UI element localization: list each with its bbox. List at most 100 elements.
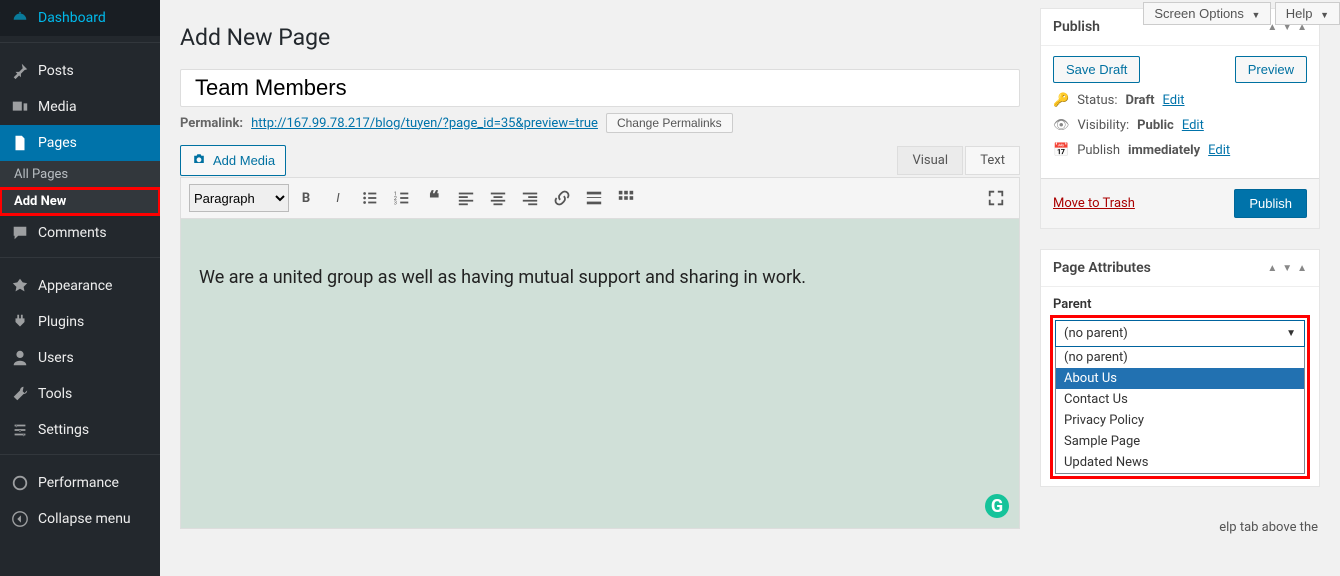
dashboard-icon xyxy=(10,8,30,28)
tab-text[interactable]: Text xyxy=(965,146,1020,175)
publish-time-value: immediately xyxy=(1128,143,1200,158)
plugins-icon xyxy=(10,312,30,332)
parent-option[interactable]: Sample Page xyxy=(1056,431,1304,452)
align-right-button[interactable] xyxy=(515,183,545,213)
add-media-button[interactable]: Add Media xyxy=(180,145,286,176)
move-to-trash-link[interactable]: Move to Trash xyxy=(1053,196,1135,211)
metabox-toggle-icons[interactable]: ▲ ▼ ▲ xyxy=(1267,263,1307,274)
top-controls: Screen Options ▼ Help ▼ xyxy=(1143,2,1340,25)
link-button[interactable] xyxy=(547,183,577,213)
page-title-input[interactable] xyxy=(180,69,1020,107)
visibility-value: Public xyxy=(1137,118,1174,133)
publish-title: Publish xyxy=(1053,19,1100,35)
admin-sidebar: Dashboard Posts Media Pages All Pages Ad… xyxy=(0,0,160,576)
readmore-button[interactable] xyxy=(579,183,609,213)
sidebar-item-users[interactable]: Users xyxy=(0,340,160,376)
eye-icon: 👁 xyxy=(1053,118,1070,133)
chevron-down-icon: ▼ xyxy=(1286,328,1296,339)
sidebar-item-settings[interactable]: Settings xyxy=(0,412,160,448)
page-attributes-title: Page Attributes xyxy=(1053,260,1151,276)
sidebar-item-pages[interactable]: Pages xyxy=(0,125,160,161)
sidebar-sub-add-new[interactable]: Add New xyxy=(0,188,160,215)
appearance-icon xyxy=(10,276,30,296)
sidebar-item-comments[interactable]: Comments xyxy=(0,215,160,251)
parent-option[interactable]: Privacy Policy xyxy=(1056,410,1304,431)
screen-options-button[interactable]: Screen Options ▼ xyxy=(1143,2,1271,25)
status-value: Draft xyxy=(1126,93,1155,108)
chevron-down-icon: ▼ xyxy=(1320,10,1329,20)
page-attributes-metabox: Page Attributes ▲ ▼ ▲ Parent (no parent)… xyxy=(1040,249,1320,487)
sidebar-item-label: Settings xyxy=(38,422,89,438)
parent-selected-value: (no parent) xyxy=(1064,326,1128,341)
edit-status-link[interactable]: Edit xyxy=(1163,93,1185,108)
sidebar-item-label: Plugins xyxy=(38,314,84,330)
sidebar-item-media[interactable]: Media xyxy=(0,89,160,125)
italic-button[interactable]: I xyxy=(323,183,353,213)
sidebar-item-dashboard[interactable]: Dashboard xyxy=(0,0,160,36)
pages-icon xyxy=(10,133,30,153)
sidebar-item-label: Users xyxy=(38,350,74,366)
sidebar-item-posts[interactable]: Posts xyxy=(0,53,160,89)
align-left-button[interactable] xyxy=(451,183,481,213)
camera-icon xyxy=(191,151,207,170)
bulleted-list-button[interactable] xyxy=(355,183,385,213)
format-select[interactable]: Paragraph xyxy=(189,184,289,212)
permalink-url[interactable]: http://167.99.78.217/blog/tuyen/?page_id… xyxy=(251,116,598,131)
sidebar-sub-all-pages[interactable]: All Pages xyxy=(0,161,160,188)
grammarly-icon[interactable]: G xyxy=(985,494,1009,518)
parent-option[interactable]: Contact Us xyxy=(1056,389,1304,410)
svg-text:3: 3 xyxy=(394,200,397,206)
chevron-down-icon: ▼ xyxy=(1252,10,1261,20)
toolbar-toggle-button[interactable] xyxy=(611,183,641,213)
edit-visibility-link[interactable]: Edit xyxy=(1182,118,1204,133)
comment-icon xyxy=(10,223,30,243)
edit-schedule-link[interactable]: Edit xyxy=(1208,143,1230,158)
tab-visual[interactable]: Visual xyxy=(897,146,963,175)
fullscreen-button[interactable] xyxy=(981,183,1011,213)
bold-button[interactable]: B xyxy=(291,183,321,213)
media-icon xyxy=(10,97,30,117)
permalink-label: Permalink: xyxy=(180,116,243,131)
numbered-list-button[interactable]: 123 xyxy=(387,183,417,213)
users-icon xyxy=(10,348,30,368)
parent-option[interactable]: About Us xyxy=(1056,368,1304,389)
align-center-button[interactable] xyxy=(483,183,513,213)
save-draft-button[interactable]: Save Draft xyxy=(1053,56,1140,83)
settings-icon xyxy=(10,420,30,440)
parent-dropdown[interactable]: (no parent) ▼ (no parent) About Us Conta… xyxy=(1053,318,1307,476)
sidebar-item-label: Performance xyxy=(38,475,119,491)
editor-content[interactable]: We are a united group as well as having … xyxy=(180,219,1020,529)
pin-icon xyxy=(10,61,30,81)
sidebar-item-performance[interactable]: Performance xyxy=(0,465,160,501)
parent-option[interactable]: (no parent) xyxy=(1056,347,1304,368)
sidebar-item-label: Appearance xyxy=(38,278,112,294)
key-icon: 🔑 xyxy=(1053,93,1069,108)
publish-metabox: Publish ▲ ▼ ▲ Save Draft Preview 🔑 Statu… xyxy=(1040,8,1320,229)
sidebar-item-label: Collapse menu xyxy=(38,511,131,527)
sidebar-item-tools[interactable]: Tools xyxy=(0,376,160,412)
tools-icon xyxy=(10,384,30,404)
editor-toolbar: Paragraph B I 123 ❝ xyxy=(180,177,1020,219)
parent-option[interactable]: Updated News xyxy=(1056,452,1304,473)
publish-button[interactable]: Publish xyxy=(1234,189,1307,218)
sidebar-item-label: Tools xyxy=(38,386,72,402)
sidebar-item-label: Posts xyxy=(38,63,74,79)
sidebar-item-collapse[interactable]: Collapse menu xyxy=(0,501,160,537)
collapse-icon xyxy=(10,509,30,529)
sidebar-item-label: Comments xyxy=(38,225,107,241)
change-permalinks-button[interactable]: Change Permalinks xyxy=(606,113,733,133)
help-text-fragment: elp tab above the xyxy=(1219,520,1318,535)
editor-body-text: We are a united group as well as having … xyxy=(199,267,806,288)
help-button[interactable]: Help ▼ xyxy=(1275,2,1340,25)
sidebar-item-label: Pages xyxy=(38,135,77,151)
parent-label: Parent xyxy=(1053,297,1307,312)
page-title: Add New Page xyxy=(180,24,1020,51)
parent-dropdown-options: (no parent) About Us Contact Us Privacy … xyxy=(1055,347,1305,474)
sidebar-item-label: Dashboard xyxy=(38,10,106,26)
performance-icon xyxy=(10,473,30,493)
sidebar-item-appearance[interactable]: Appearance xyxy=(0,268,160,304)
sidebar-item-plugins[interactable]: Plugins xyxy=(0,304,160,340)
sidebar-item-label: Media xyxy=(38,99,77,115)
preview-button[interactable]: Preview xyxy=(1235,56,1307,83)
blockquote-button[interactable]: ❝ xyxy=(419,183,449,213)
